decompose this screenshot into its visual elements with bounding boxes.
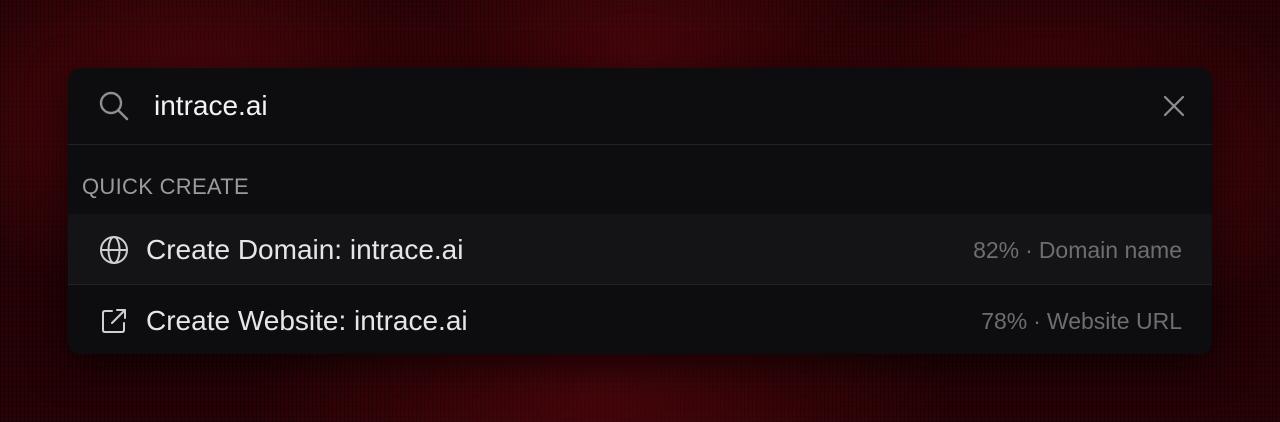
create-website-item[interactable]: Create Website: intrace.ai 78% · Website U… [68, 285, 1212, 354]
item-label: Create Website: intrace.ai [146, 305, 468, 336]
match-score: 82% [973, 237, 1020, 263]
separator-dot: · [1033, 308, 1041, 334]
close-icon[interactable] [1160, 92, 1188, 120]
item-label: Create Domain: intrace.ai [146, 234, 464, 265]
item-type: Website URL [1046, 308, 1182, 334]
search-icon [98, 90, 130, 122]
separator-dot: · [1025, 237, 1033, 263]
item-meta: 82% · Domain name [973, 237, 1182, 264]
command-palette: QUICK CREATE Create Domain: intrace.ai 8… [68, 68, 1212, 354]
section-header-quick-create: QUICK CREATE [82, 174, 249, 199]
item-type: Domain name [1038, 237, 1182, 263]
create-domain-item[interactable]: Create Domain: intrace.ai 82% · Domain nam… [68, 214, 1212, 285]
item-meta: 78% · Website URL [981, 308, 1182, 335]
external-link-icon [98, 305, 130, 337]
globe-icon [98, 234, 130, 266]
search-bar [68, 68, 1212, 145]
match-score: 78% [981, 308, 1028, 334]
search-input[interactable] [154, 86, 1134, 126]
